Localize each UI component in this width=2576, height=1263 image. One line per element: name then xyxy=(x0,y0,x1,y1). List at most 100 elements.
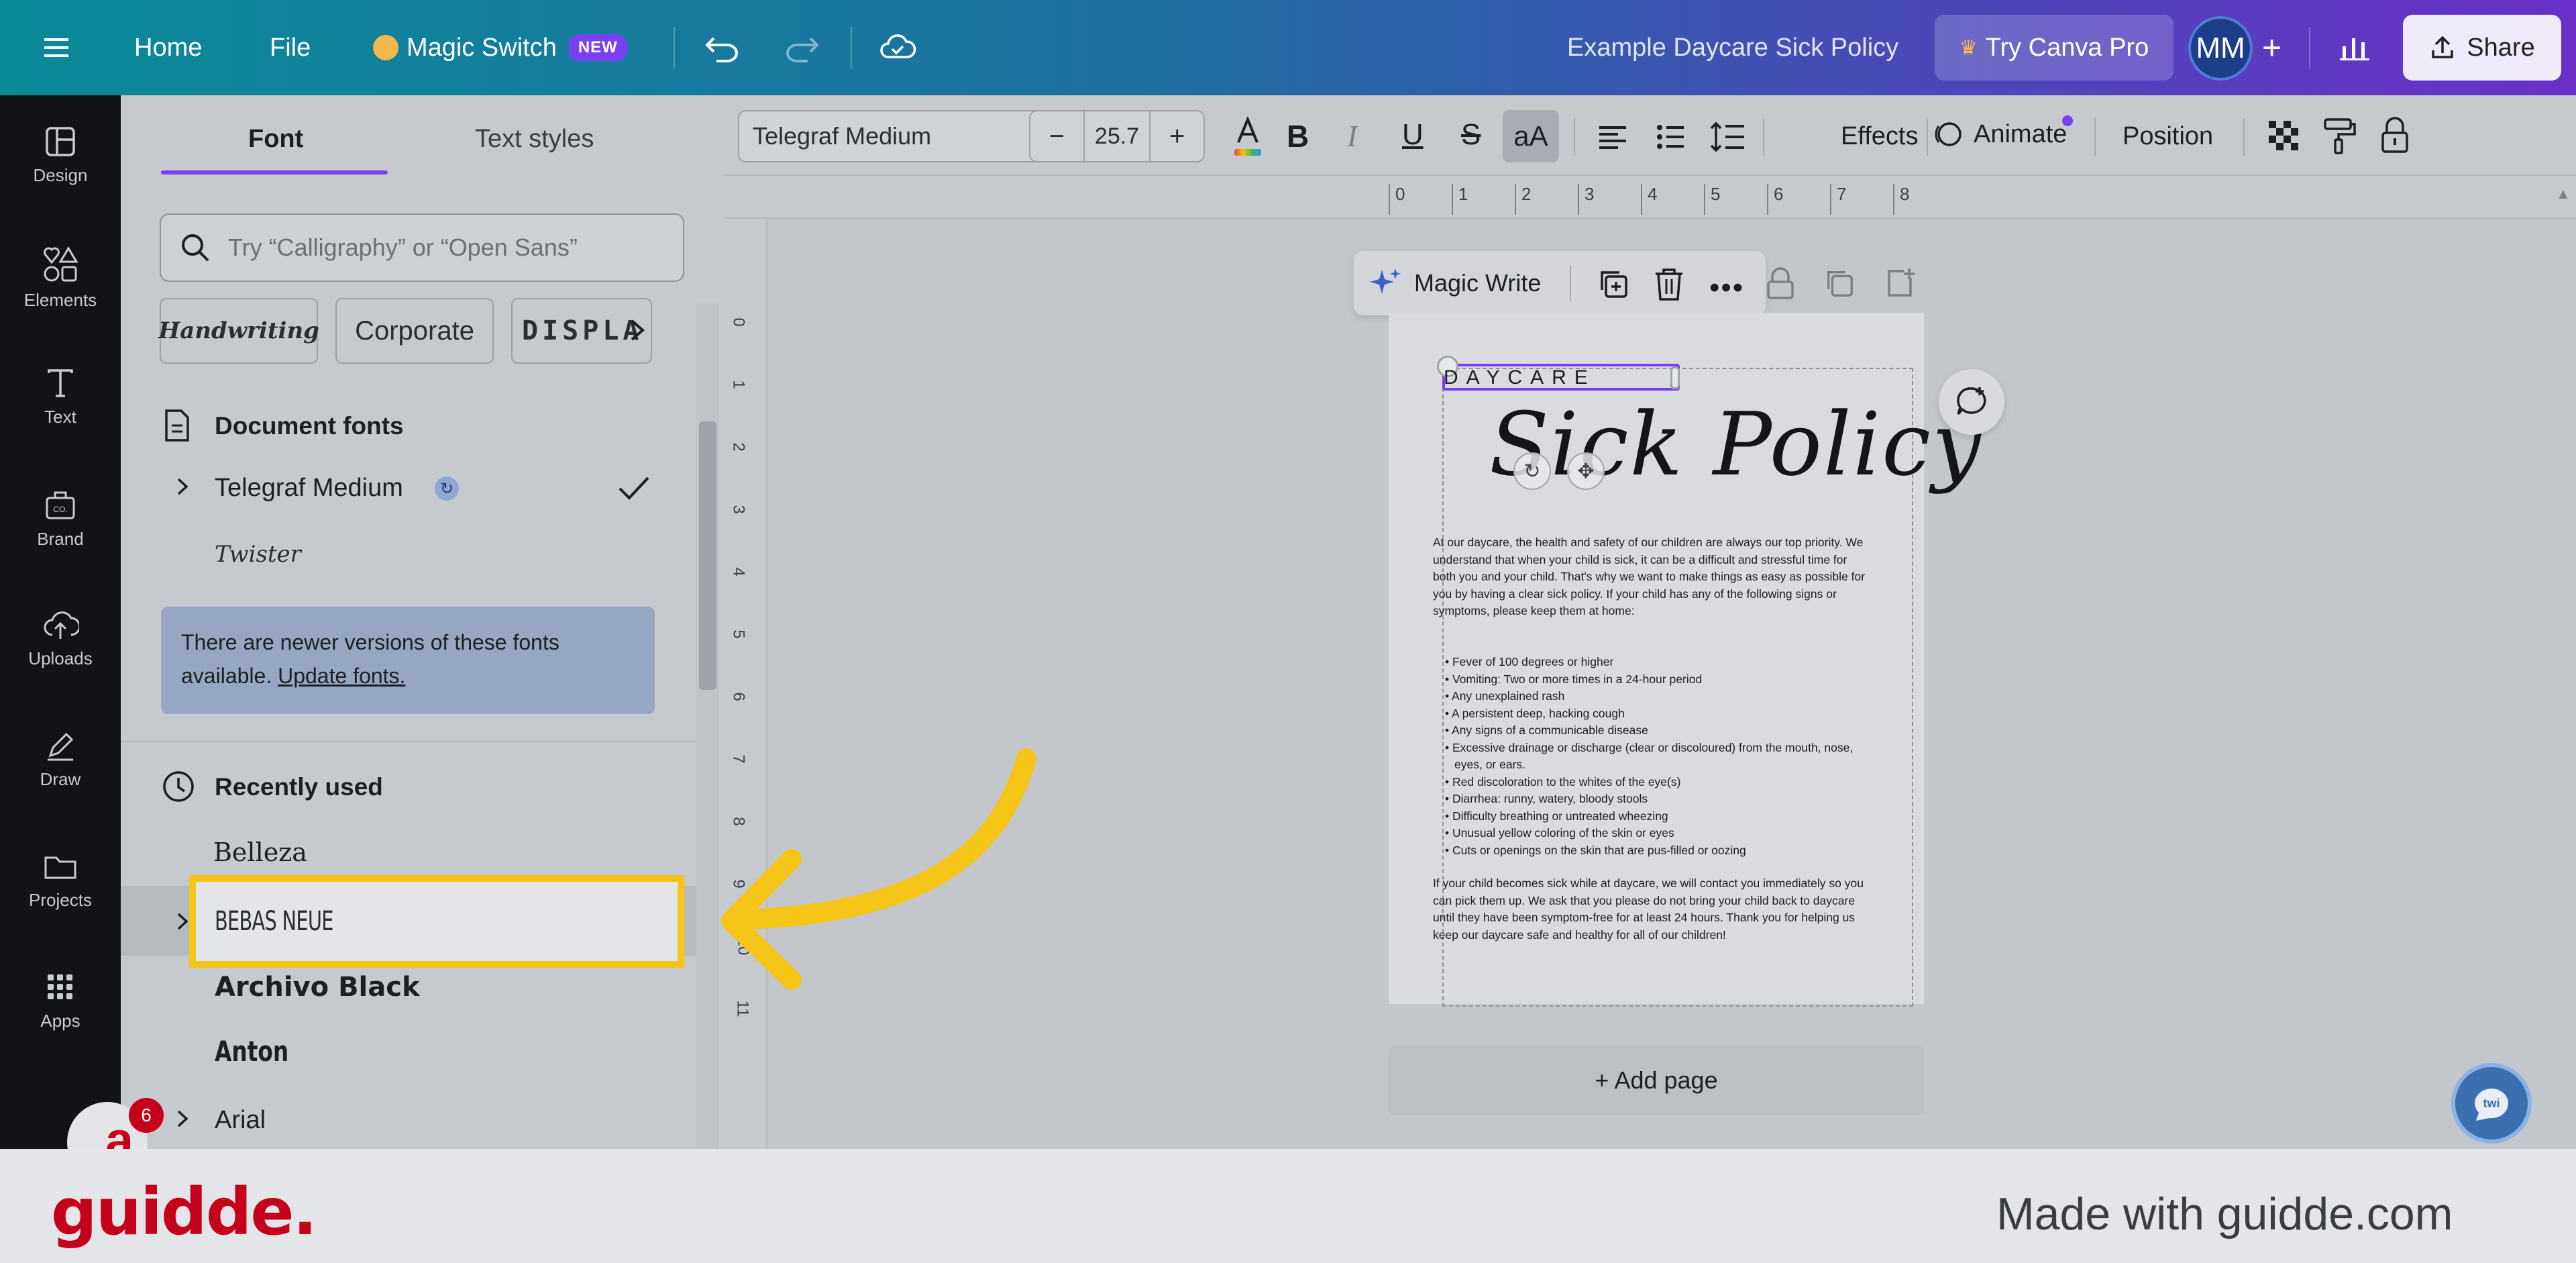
tab-font[interactable]: Font xyxy=(248,125,303,154)
expand-chevron-icon[interactable] xyxy=(174,1107,191,1130)
document-page[interactable]: DAYCARE Sick Policy ↻ ✥ At our daycare, … xyxy=(1389,313,1981,1007)
ruler-tick-label: 5 xyxy=(729,629,748,639)
strikethrough-icon[interactable]: S xyxy=(1461,118,1481,152)
recent-font-anton[interactable]: Anton xyxy=(215,1035,288,1068)
folder-icon xyxy=(44,856,76,879)
doc-font-telegraf[interactable]: Telegraf Medium xyxy=(215,474,403,503)
doc-font-twister[interactable]: Twister xyxy=(215,541,301,568)
magic-switch-label: Magic Switch xyxy=(407,33,557,62)
help-chat-bubble-icon[interactable]: twi xyxy=(2451,1063,2532,1144)
position-button[interactable]: Position xyxy=(2123,122,2213,151)
decrease-font-size-button[interactable]: − xyxy=(1030,121,1083,152)
rotate-icon[interactable]: ↻ xyxy=(1513,452,1551,490)
rail-uploads[interactable]: Uploads xyxy=(0,608,121,669)
add-collaborator-icon[interactable]: + xyxy=(2262,0,2282,95)
rail-design[interactable]: Design xyxy=(0,125,121,186)
rail-apps-label: Apps xyxy=(40,1011,80,1031)
recent-font-bebas-neue[interactable]: BEBAS NEUE xyxy=(189,875,684,968)
closing-paragraph[interactable]: If your child becomes sick while at dayc… xyxy=(1433,875,1872,944)
rail-draw[interactable]: Draw xyxy=(0,729,121,790)
font-size-input[interactable]: 25.7 xyxy=(1083,110,1151,162)
duplicate-icon[interactable] xyxy=(1597,267,1630,301)
align-left-icon[interactable] xyxy=(1597,121,1629,153)
update-fonts-link[interactable]: Update fonts. xyxy=(278,664,405,688)
move-icon[interactable]: ✥ xyxy=(1567,452,1605,490)
undo-icon[interactable] xyxy=(704,0,741,95)
file-menu[interactable]: File xyxy=(270,0,311,95)
font-search-input[interactable]: Try “Calligraphy” or “Open Sans” xyxy=(160,213,684,282)
scroll-up-arrow-icon[interactable]: ▲ xyxy=(2556,185,2571,203)
redo-icon[interactable] xyxy=(784,0,820,95)
add-page-icon[interactable] xyxy=(1884,267,1916,299)
rail-brand[interactable]: CO. Brand xyxy=(0,487,121,550)
tab-text-styles[interactable]: Text styles xyxy=(475,125,594,154)
avatar[interactable]: MM xyxy=(2188,16,2253,81)
ruler-tick-label: 8 xyxy=(1893,184,1909,215)
ruler-tick-label: 3 xyxy=(729,505,748,514)
bebas-neue-label: BEBAS NEUE xyxy=(215,906,333,937)
expand-chevron-icon[interactable] xyxy=(174,910,191,933)
chips-next-chevron-icon[interactable] xyxy=(617,310,657,350)
home-menu[interactable]: Home xyxy=(134,0,202,95)
text-color-icon[interactable] xyxy=(1229,114,1267,161)
trash-icon[interactable] xyxy=(1653,266,1685,302)
add-page-button[interactable]: + Add page xyxy=(1389,1046,1924,1115)
insights-chart-icon[interactable] xyxy=(2339,0,2371,95)
left-rail: Design Elements Text CO. Brand Uploads D… xyxy=(0,95,121,1149)
try-canva-pro-label: Try Canva Pro xyxy=(1985,33,2149,62)
rail-text-label: Text xyxy=(44,407,76,427)
bullet-list-icon[interactable] xyxy=(1654,121,1686,153)
page-duplicate-icon[interactable] xyxy=(1823,267,1856,299)
text-icon xyxy=(48,369,73,397)
apps-grid-icon xyxy=(48,974,72,999)
italic-icon[interactable]: I xyxy=(1347,118,1357,154)
increase-font-size-button[interactable]: + xyxy=(1150,121,1203,152)
recent-font-belleza[interactable]: Belleza xyxy=(213,838,307,867)
checkmark-icon xyxy=(619,476,649,500)
add-comment-button[interactable] xyxy=(1939,369,2004,435)
panel-scrollbar[interactable] xyxy=(696,303,719,1149)
rail-apps[interactable]: Apps xyxy=(0,970,121,1031)
refresh-icon: ↻ xyxy=(435,476,459,501)
chip-handwriting[interactable]: Handwriting xyxy=(158,298,319,364)
font-family-dropdown[interactable]: Telegraf Medium xyxy=(738,110,1067,162)
recent-font-archivo-black[interactable]: Archivo Black xyxy=(215,972,420,1003)
expand-chevron-icon[interactable] xyxy=(174,475,191,498)
try-canva-pro-button[interactable]: ♛ Try Canva Pro xyxy=(1935,15,2174,81)
share-button[interactable]: Share xyxy=(2403,15,2561,81)
paint-roller-icon[interactable] xyxy=(2322,117,2357,156)
sick-policy-title[interactable]: Sick Policy xyxy=(1489,393,1982,495)
lock-icon[interactable] xyxy=(2380,115,2410,156)
transparency-icon[interactable] xyxy=(2266,118,2301,153)
page-lock-icon[interactable] xyxy=(1766,267,1795,301)
effects-button[interactable]: Effects xyxy=(1841,122,1918,151)
daycare-label[interactable]: DAYCARE xyxy=(1444,366,1596,389)
ruler-tick-label: 1 xyxy=(729,380,748,389)
symptoms-list[interactable]: • Fever of 100 degrees or higher • Vomiti… xyxy=(1445,654,1874,859)
ruler-tick-label: 2 xyxy=(729,442,748,452)
magic-switch-button[interactable]: Magic Switch NEW xyxy=(373,0,627,95)
recent-font-arial[interactable]: Arial xyxy=(215,1106,266,1135)
font-size-stepper[interactable]: − 25.7 + xyxy=(1029,110,1205,162)
document-title[interactable]: Example Daycare Sick Policy xyxy=(1567,0,1898,95)
intro-paragraph[interactable]: At our daycare, the health and safety of… xyxy=(1433,534,1868,620)
rail-elements[interactable]: Elements xyxy=(0,246,121,311)
rail-text[interactable]: Text xyxy=(0,366,121,427)
cloud-saved-icon[interactable] xyxy=(879,0,916,95)
resize-handle[interactable] xyxy=(1670,366,1680,389)
horizontal-ruler: 0 1 2 3 4 5 6 7 8 xyxy=(724,176,2576,219)
bold-icon[interactable]: B xyxy=(1287,118,1309,154)
animate-button[interactable]: Animate xyxy=(1929,115,2067,153)
rail-elements-label: Elements xyxy=(23,290,97,310)
magic-write-button[interactable]: Magic Write xyxy=(1368,266,1541,301)
guidde-logo: guidde. xyxy=(51,1174,317,1250)
chip-corporate[interactable]: Corporate xyxy=(335,298,494,364)
panel-scrollbar-thumb[interactable] xyxy=(699,421,716,690)
more-options-icon[interactable]: ••• xyxy=(1709,271,1744,305)
rail-projects[interactable]: Projects xyxy=(0,850,121,911)
symptom-list-item: • Any signs of a communicable disease xyxy=(1445,723,1648,737)
letter-case-icon[interactable]: aA xyxy=(1503,110,1559,162)
line-spacing-icon[interactable] xyxy=(1709,119,1746,154)
underline-icon[interactable]: U xyxy=(1402,118,1424,152)
hamburger-menu-icon[interactable] xyxy=(42,0,71,95)
